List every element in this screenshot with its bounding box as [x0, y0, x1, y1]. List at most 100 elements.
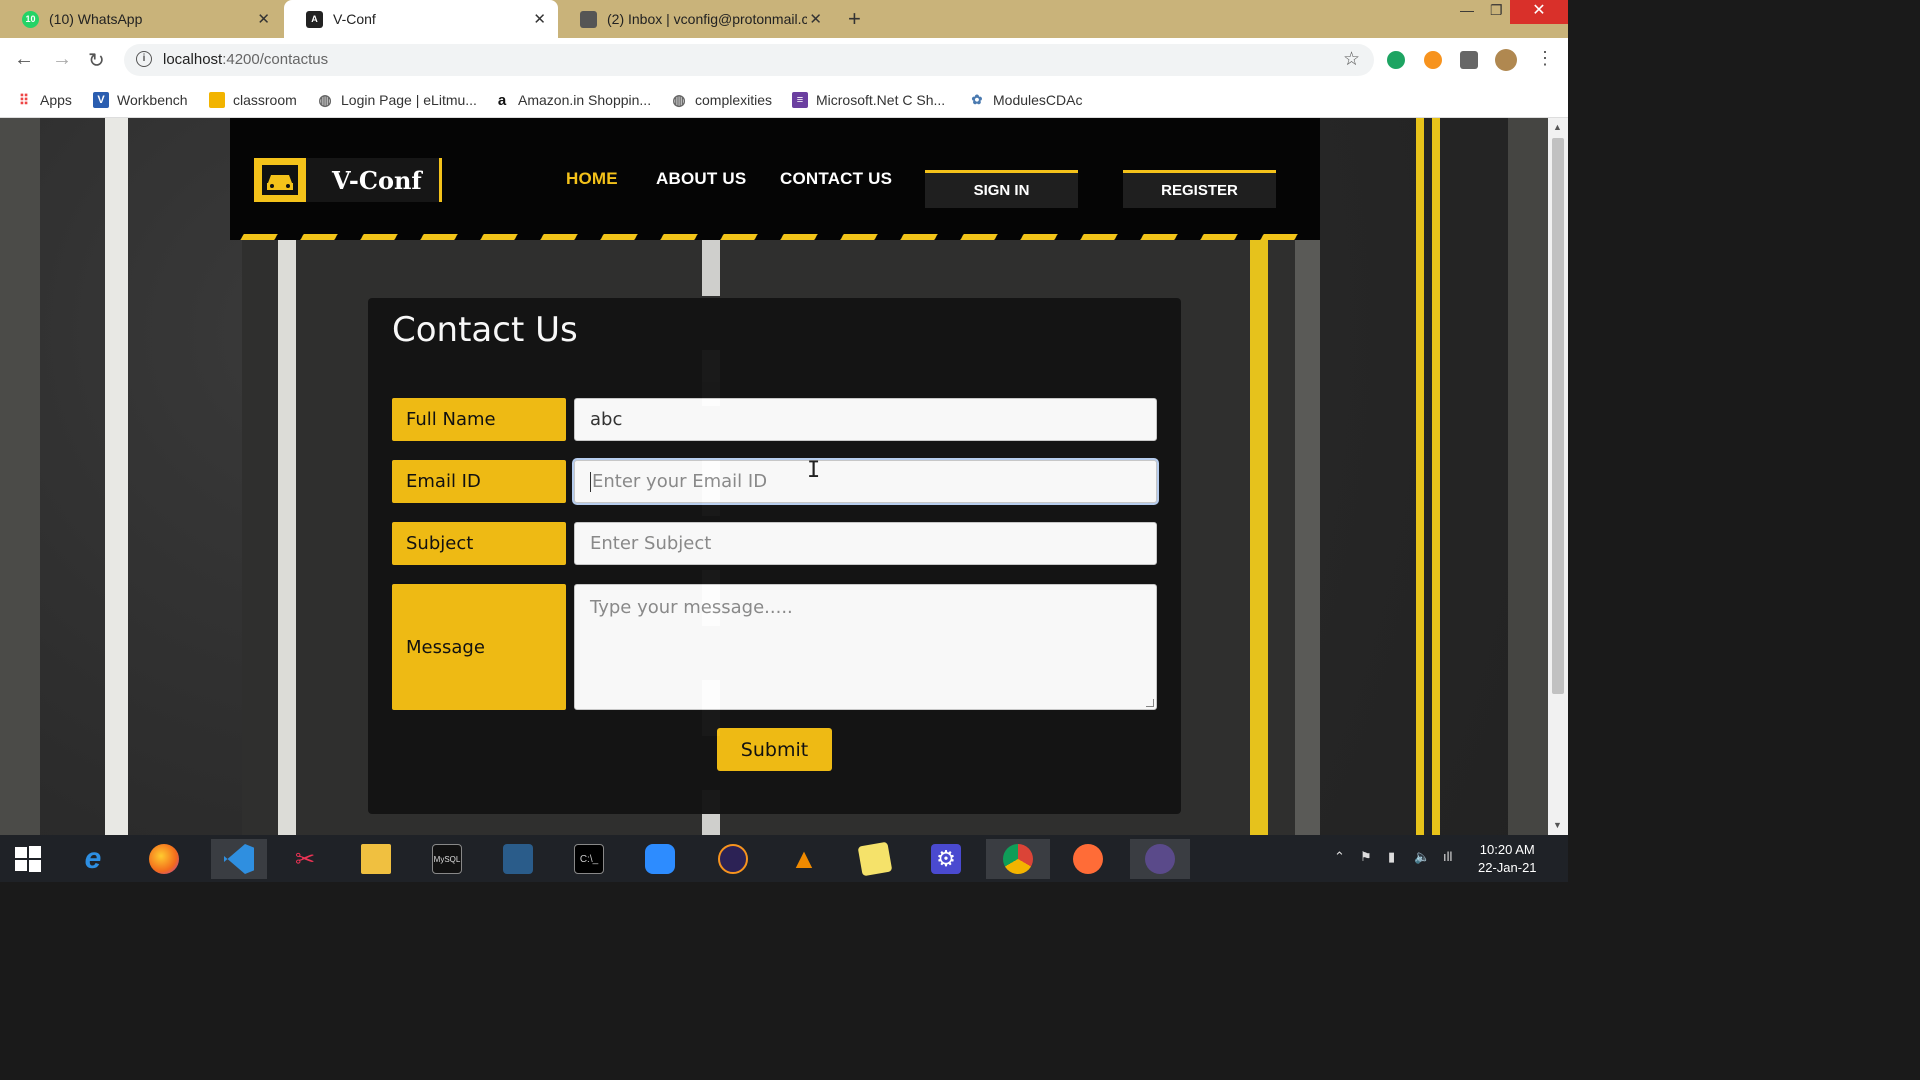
- url-text: localhost:4200/contactus: [163, 51, 329, 68]
- internet-explorer-icon[interactable]: e: [73, 839, 113, 879]
- scroll-down-icon[interactable]: ▼: [1553, 820, 1562, 830]
- reload-icon[interactable]: ↻: [88, 48, 105, 73]
- address-bar[interactable]: i localhost:4200/contactus ☆: [124, 44, 1374, 76]
- sign-in-button[interactable]: SIGN IN: [925, 170, 1078, 208]
- globe-icon: ◍: [672, 92, 686, 109]
- bookmark-apps[interactable]: ⠿ Apps: [16, 88, 72, 112]
- window-close-icon[interactable]: ✕: [1510, 0, 1568, 24]
- tab-title: (10) WhatsApp: [49, 11, 143, 27]
- bookmark-modulescdac[interactable]: ✿ ModulesCDAc: [969, 88, 1083, 112]
- profile-avatar[interactable]: [1495, 49, 1517, 71]
- bookmark-classroom[interactable]: classroom: [209, 88, 297, 112]
- file-explorer-icon[interactable]: [356, 839, 396, 879]
- amazon-icon: a: [497, 91, 507, 109]
- subject-label: Subject: [392, 522, 566, 565]
- bookmark-elitmus[interactable]: ◍ Login Page | eLitmu...: [317, 88, 477, 112]
- flag-icon[interactable]: ⚑: [1360, 849, 1372, 865]
- system-clock[interactable]: 10:20 AM 22-Jan-21: [1478, 841, 1537, 877]
- restore-icon[interactable]: ❐: [1490, 2, 1503, 19]
- back-icon[interactable]: ←: [14, 48, 34, 71]
- bookmark-workbench[interactable]: V Workbench: [93, 88, 188, 112]
- firefox-icon[interactable]: [144, 839, 184, 879]
- settings-gear-icon[interactable]: ⚙: [926, 839, 966, 879]
- mouse-cursor-icon: I: [807, 458, 821, 483]
- email-placeholder: Enter your Email ID: [592, 471, 768, 492]
- browser-tab-strip: 10 (10) WhatsApp ✕ A V-Conf ✕ (2) Inbox …: [0, 0, 1568, 38]
- subject-input[interactable]: Enter Subject: [574, 522, 1157, 565]
- bookmark-complexities[interactable]: ◍ complexities: [671, 88, 772, 112]
- site-info-icon[interactable]: i: [136, 51, 152, 67]
- mysql-workbench-icon[interactable]: [498, 839, 538, 879]
- email-input[interactable]: Enter your Email ID: [574, 460, 1157, 503]
- bookmark-microsoft-net[interactable]: ≡ Microsoft.Net C Sh...: [792, 88, 945, 112]
- message-placeholder: Type your message.....: [590, 597, 793, 618]
- sticky-notes-icon[interactable]: [855, 839, 895, 879]
- hazard-stripe: [240, 234, 1316, 240]
- workbench-icon: V: [93, 92, 109, 108]
- battery-icon[interactable]: ▮: [1388, 849, 1395, 865]
- tab-whatsapp[interactable]: 10 (10) WhatsApp ✕: [0, 0, 282, 38]
- register-button[interactable]: REGISTER: [1123, 170, 1276, 208]
- chrome-icon[interactable]: [986, 839, 1050, 879]
- snipping-tool-icon[interactable]: ✂: [285, 839, 325, 879]
- bookmark-amazon[interactable]: a Amazon.in Shoppin...: [494, 88, 651, 112]
- protonmail-icon: [580, 10, 597, 28]
- scroll-up-icon[interactable]: ▲: [1553, 122, 1562, 132]
- eclipse-icon[interactable]: [713, 839, 753, 879]
- browser-toolbar: ← → ↻ i localhost:4200/contactus ☆ ⋮: [0, 38, 1568, 82]
- page-scrollbar[interactable]: ▲ ▼: [1548, 118, 1568, 835]
- road-edge: [1295, 240, 1320, 835]
- extension-green-icon[interactable]: [1387, 51, 1405, 69]
- classroom-icon: [209, 92, 225, 108]
- extension-orange-icon[interactable]: [1424, 51, 1442, 69]
- message-textarea[interactable]: Type your message.....: [574, 584, 1157, 710]
- forward-icon[interactable]: →: [52, 48, 72, 71]
- tab-protonmail[interactable]: (2) Inbox | vconfig@protonmail.c ✕: [558, 0, 834, 38]
- bookmarks-bar: ⠿ Apps V Workbench classroom ◍ Login Pag…: [0, 82, 1568, 118]
- windows-start-icon[interactable]: [8, 839, 48, 879]
- vscode-icon[interactable]: [211, 839, 267, 879]
- page-title: Contact Us: [392, 310, 578, 350]
- postman-icon[interactable]: [1068, 839, 1108, 879]
- network-signal-icon[interactable]: ıll: [1443, 849, 1452, 864]
- tab-title: (2) Inbox | vconfig@protonmail.c: [607, 11, 807, 27]
- lane-line: [278, 240, 296, 835]
- zoom-icon[interactable]: [640, 839, 680, 879]
- text-caret: [590, 471, 591, 492]
- bookmark-star-icon[interactable]: ☆: [1343, 48, 1360, 71]
- car-icon: [254, 158, 306, 202]
- form-row-email: Email ID Enter your Email ID: [392, 460, 1157, 503]
- submit-button[interactable]: Submit: [717, 728, 832, 771]
- site-logo[interactable]: V-Conf: [254, 158, 442, 202]
- close-tab-icon[interactable]: ✕: [533, 10, 546, 28]
- extensions-puzzle-icon[interactable]: [1460, 51, 1478, 69]
- command-prompt-icon[interactable]: C:\_: [569, 839, 609, 879]
- vlc-icon[interactable]: ▲: [784, 839, 824, 879]
- nav-about-us[interactable]: ABOUT US: [656, 169, 746, 189]
- tab-title: V-Conf: [333, 11, 376, 27]
- tab-vconf[interactable]: A V-Conf ✕: [284, 0, 558, 38]
- form-row-subject: Subject Enter Subject: [392, 522, 1157, 565]
- full-name-input[interactable]: abc: [574, 398, 1157, 441]
- volume-icon[interactable]: 🔈: [1414, 849, 1430, 865]
- message-label: Message: [392, 584, 566, 710]
- close-tab-icon[interactable]: ✕: [257, 10, 270, 28]
- menu-kebab-icon[interactable]: ⋮: [1536, 48, 1554, 69]
- contact-form-card: Contact Us Full Name abc Email ID Enter …: [368, 298, 1181, 814]
- windows-taskbar: e ✂ MySQL C:\_ ▲ ⚙ ⌃ ⚑ ▮ 🔈 ıll 10:20 AM …: [0, 835, 1568, 882]
- new-tab-icon[interactable]: +: [848, 6, 861, 32]
- tray-expand-icon[interactable]: ⌃: [1334, 849, 1345, 865]
- mysql-shell-icon[interactable]: MySQL: [427, 839, 467, 879]
- nav-home[interactable]: HOME: [566, 169, 618, 189]
- scrollbar-thumb[interactable]: [1552, 138, 1564, 694]
- angular-icon: A: [306, 10, 323, 28]
- nav-contact-us[interactable]: CONTACT US: [780, 169, 892, 189]
- full-name-label: Full Name: [392, 398, 566, 441]
- list-icon: ≡: [792, 92, 808, 108]
- minimize-icon[interactable]: —: [1460, 2, 1474, 18]
- resize-handle-icon[interactable]: [1146, 699, 1154, 707]
- java-ee-ide-icon[interactable]: [1130, 839, 1190, 879]
- form-row-message: Message Type your message.....: [392, 584, 1157, 710]
- modules-icon: ✿: [971, 92, 983, 107]
- close-tab-icon[interactable]: ✕: [809, 10, 822, 28]
